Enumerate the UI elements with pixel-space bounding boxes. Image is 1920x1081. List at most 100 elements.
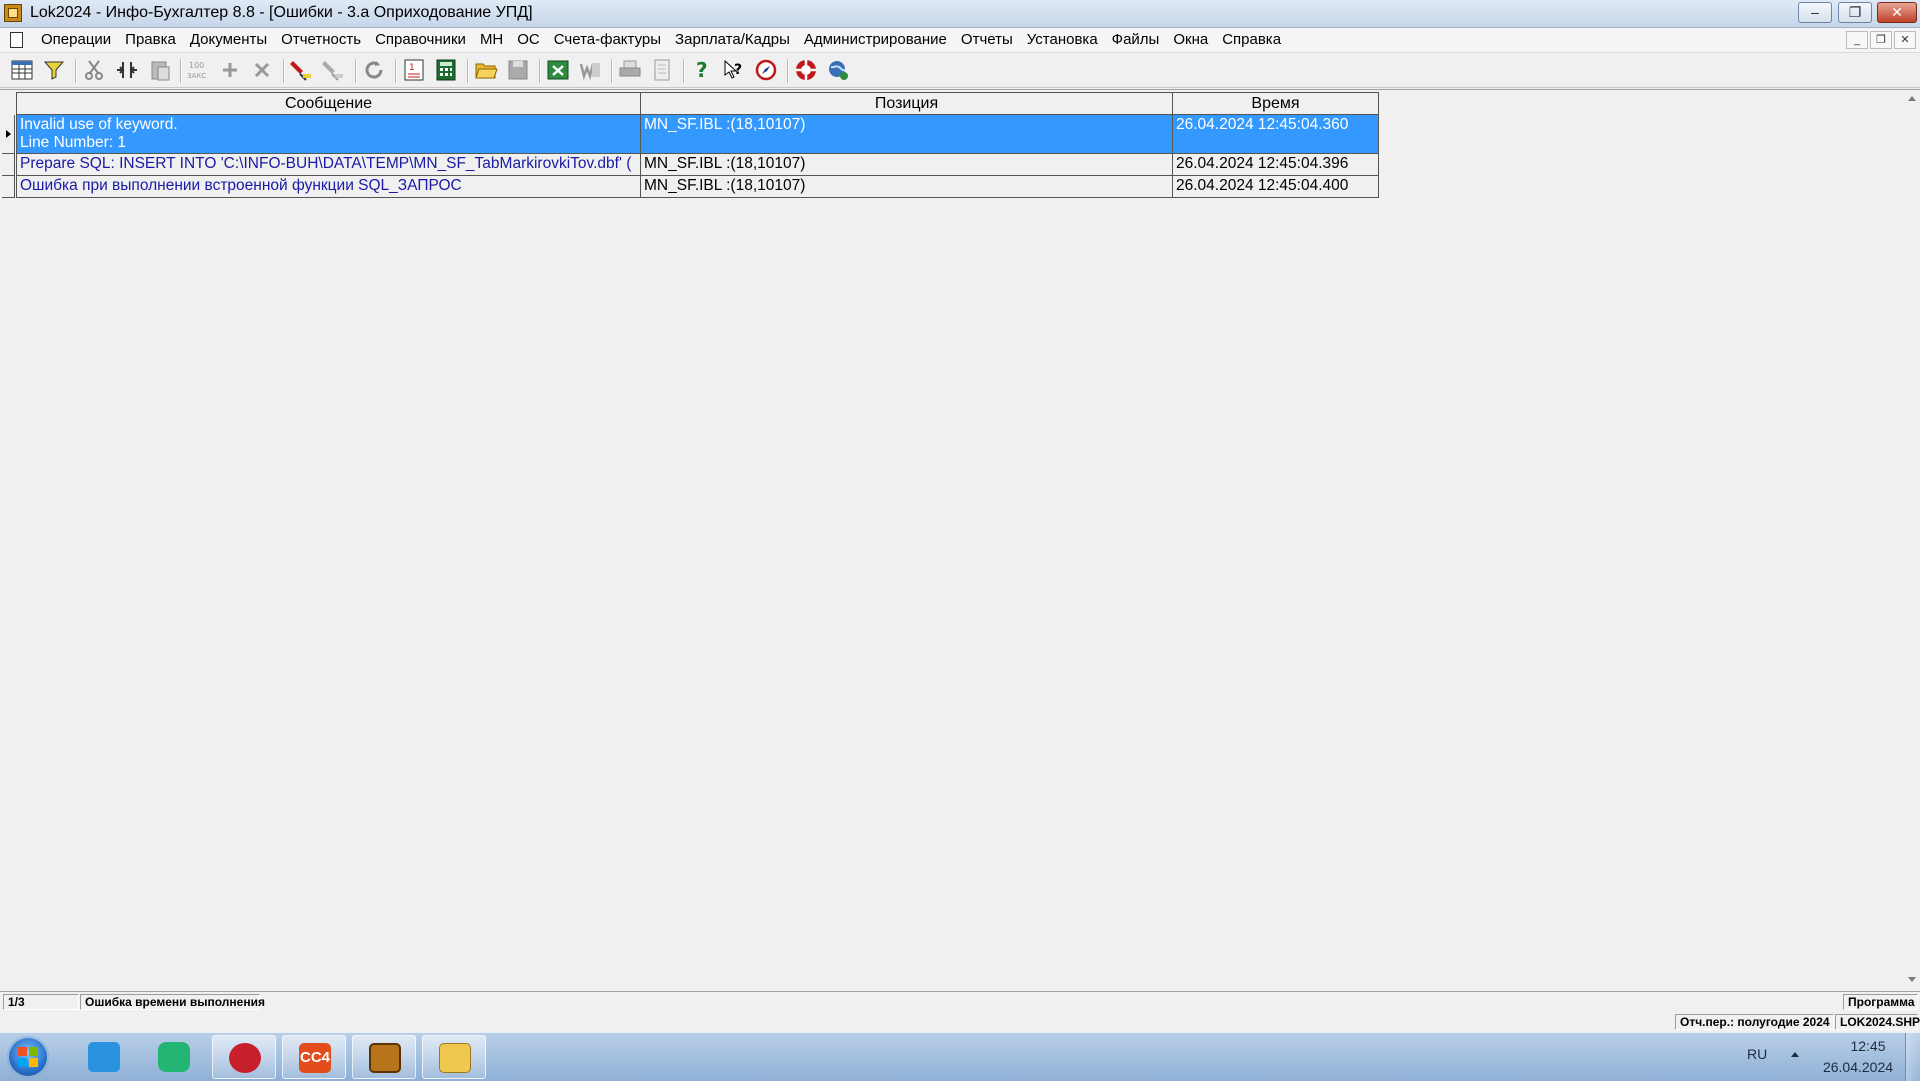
current-row-arrow-icon: [6, 130, 11, 138]
title-bar: Lok2024 - Инфо-Бухгалтер 8.8 - [Ошибки -…: [0, 0, 1920, 28]
delete-icon[interactable]: [250, 58, 274, 82]
save-icon[interactable]: [506, 58, 530, 82]
taskbar-app-cc4[interactable]: CC4: [282, 1035, 346, 1079]
minimize-button[interactable]: ‒: [1798, 2, 1832, 23]
web-icon[interactable]: [826, 58, 850, 82]
messenger-icon: [88, 1042, 120, 1072]
taskbar-app-infobuh[interactable]: [352, 1035, 416, 1079]
mdi-close-button[interactable]: ✕: [1894, 31, 1916, 49]
open-folder-icon[interactable]: [474, 58, 498, 82]
position-cell: MN_SF.IBL :(18,10107): [641, 154, 1173, 176]
compass-icon[interactable]: [754, 58, 778, 82]
taskbar-app-explorer[interactable]: [422, 1035, 486, 1079]
show-hidden-icons-icon[interactable]: [1791, 1052, 1799, 1057]
svg-text:?: ?: [696, 58, 708, 82]
menu-item[interactable]: Отчетность: [274, 30, 368, 50]
help-icon[interactable]: ?: [690, 58, 714, 82]
mdi-restore-button[interactable]: ❐: [1870, 31, 1892, 49]
message-cell: Prepare SQL: INSERT INTO 'C:\INFO-BUH\DA…: [16, 154, 641, 176]
clock-time[interactable]: 12:45: [1838, 1038, 1898, 1054]
menu-item[interactable]: Счета-фактуры: [547, 30, 668, 50]
taskbar-app-messenger[interactable]: [72, 1035, 136, 1079]
unmark-icon[interactable]: [321, 58, 345, 82]
document-icon[interactable]: [10, 32, 23, 48]
menu-item[interactable]: Операции: [34, 30, 118, 50]
vertical-scrollbar[interactable]: [1904, 90, 1920, 988]
period-bar: Отч.пер.: полугодие 2024 LOK2024.SHP: [0, 1012, 1920, 1032]
menu-item[interactable]: ОС: [510, 30, 547, 50]
message-cell: Ошибка при выполнении встроенной функции…: [16, 176, 641, 198]
cut-icon[interactable]: [82, 58, 106, 82]
menu-item[interactable]: Зарплата/Кадры: [668, 30, 797, 50]
mark-icon[interactable]: [289, 58, 313, 82]
menu-item[interactable]: Окна: [1166, 30, 1215, 50]
scroll-down-icon[interactable]: [1908, 977, 1916, 982]
filter-icon[interactable]: [42, 58, 66, 82]
table-row[interactable]: Ошибка при выполнении встроенной функции…: [16, 176, 1379, 198]
svg-text:100: 100: [189, 61, 204, 70]
table-view-icon[interactable]: [10, 58, 34, 82]
refresh-icon[interactable]: [362, 58, 386, 82]
paste-icon[interactable]: [148, 58, 172, 82]
show-desktop-button[interactable]: [1905, 1033, 1920, 1081]
row-indicator[interactable]: [2, 176, 15, 198]
window-title: Lok2024 - Инфо-Бухгалтер 8.8 - [Ошибки -…: [30, 4, 533, 21]
add-icon[interactable]: [218, 58, 242, 82]
restore-button[interactable]: ❐: [1838, 2, 1872, 23]
support-icon[interactable]: [794, 58, 818, 82]
context-help-icon[interactable]: ?: [722, 58, 746, 82]
record-counter: 1/3: [3, 994, 79, 1010]
position-cell: MN_SF.IBL :(18,10107): [641, 115, 1173, 154]
taskbar-app-antivirus[interactable]: [212, 1035, 276, 1079]
menu-item[interactable]: МН: [473, 30, 510, 50]
time-cell: 26.04.2024 12:45:04.400: [1173, 176, 1379, 198]
mdi-minimize-button[interactable]: _: [1846, 31, 1868, 49]
mdi-controls: _ ❐ ✕: [1846, 31, 1916, 49]
menu-item[interactable]: Документы: [183, 30, 274, 50]
column-header-position[interactable]: Позиция: [641, 92, 1173, 115]
numbering-icon[interactable]: 100 ЗАКС: [186, 58, 210, 82]
explorer-icon: [439, 1043, 471, 1073]
calculator-icon[interactable]: [434, 58, 458, 82]
data-file: LOK2024.SHP: [1835, 1014, 1920, 1030]
message-text-line2: Line Number: 1: [20, 134, 126, 151]
menu-item[interactable]: Справочники: [368, 30, 473, 50]
scroll-up-icon[interactable]: [1908, 96, 1916, 101]
row-indicator[interactable]: [2, 154, 15, 176]
time-cell: 26.04.2024 12:45:04.360: [1173, 115, 1379, 154]
word-icon[interactable]: [578, 58, 602, 82]
grid-header: Сообщение Позиция Время: [16, 92, 1379, 115]
errors-grid: Сообщение Позиция Время Invalid use of k…: [0, 89, 1920, 991]
table-row[interactable]: Prepare SQL: INSERT INTO 'C:\INFO-BUH\DA…: [16, 154, 1379, 176]
clock-date[interactable]: 26.04.2024: [1818, 1059, 1898, 1075]
menu-item[interactable]: Отчеты: [954, 30, 1020, 50]
column-width-icon[interactable]: [115, 58, 139, 82]
chat-icon: [158, 1042, 190, 1072]
language-indicator[interactable]: RU: [1747, 1046, 1767, 1062]
excel-icon[interactable]: [546, 58, 570, 82]
start-button[interactable]: [7, 1036, 49, 1078]
taskbar: CC4 RU 12:45 26.04.2024: [0, 1032, 1920, 1081]
taskbar-app-chat[interactable]: [142, 1035, 206, 1079]
table-row[interactable]: Invalid use of keyword. Line Number: 1 M…: [16, 115, 1379, 154]
status-mode: Программа: [1843, 994, 1918, 1010]
row-indicator[interactable]: [2, 115, 15, 154]
column-header-message[interactable]: Сообщение: [16, 92, 641, 115]
menu-item[interactable]: Администрирование: [797, 30, 954, 50]
menu-item[interactable]: Установка: [1020, 30, 1105, 50]
menu-item[interactable]: Справка: [1215, 30, 1288, 50]
position-cell: MN_SF.IBL :(18,10107): [641, 176, 1173, 198]
menu-item[interactable]: Файлы: [1105, 30, 1167, 50]
print-icon[interactable]: [618, 58, 642, 82]
message-cell: Invalid use of keyword. Line Number: 1: [16, 115, 641, 154]
toolbar: 100 ЗАКС 1 ? ?: [0, 53, 1920, 88]
print-preview-icon[interactable]: [650, 58, 674, 82]
column-header-time[interactable]: Время: [1173, 92, 1379, 115]
windows-logo-icon: [18, 1047, 38, 1067]
svg-text:1: 1: [409, 63, 415, 73]
abacus-icon: [369, 1043, 401, 1073]
report-icon[interactable]: 1: [402, 58, 426, 82]
menu-item[interactable]: Правка: [118, 30, 183, 50]
close-button[interactable]: ✕: [1877, 2, 1917, 23]
app-icon[interactable]: [4, 4, 22, 22]
